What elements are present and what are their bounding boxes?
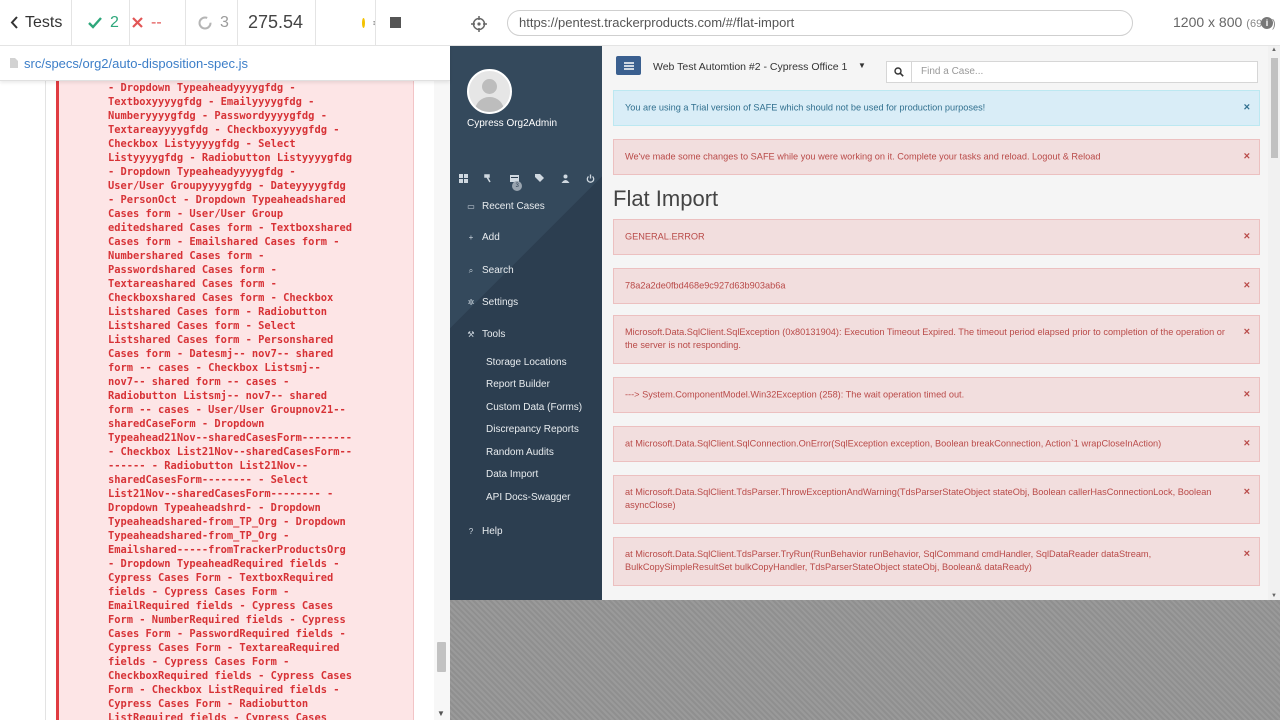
tag-icon[interactable] <box>535 173 545 183</box>
page-title: Flat Import <box>613 186 719 211</box>
tests-label: Tests <box>25 13 63 31</box>
error-alert: at Microsoft.Data.SqlClient.TdsParser.Th… <box>613 475 1260 524</box>
menu-toggle-button[interactable] <box>616 56 641 75</box>
running-dot-icon <box>362 17 365 28</box>
close-icon[interactable]: × <box>1244 326 1250 339</box>
close-icon[interactable]: × <box>1244 280 1250 293</box>
notification-badge: 3 <box>512 181 523 191</box>
sidebar-subitem-random-audits[interactable]: Random Audits <box>486 447 554 458</box>
error-alert: 78a2a2de0fbd468e9c927d63b903ab6a × <box>613 268 1260 304</box>
app-frame: Cypress Org2Admin 3 ▭ Recent Cases + Add… <box>450 46 1280 600</box>
app-scroll-thumb[interactable] <box>1271 58 1278 158</box>
sidebar-item-recent-cases[interactable]: ▭ Recent Cases <box>467 201 545 212</box>
chevron-left-icon <box>10 16 18 29</box>
close-icon[interactable]: × <box>1244 231 1250 244</box>
trial-alert: You are using a Trial version of SAFE wh… <box>613 90 1260 126</box>
command-indent-guide <box>45 81 46 720</box>
circle-notch-icon <box>198 16 212 29</box>
tests-button[interactable]: Tests <box>0 0 72 46</box>
user-icon[interactable] <box>560 173 570 183</box>
dashboard-icon[interactable] <box>458 173 468 183</box>
app-scrollbar[interactable]: ▲ ▼ <box>1268 46 1280 600</box>
sidebar-subitem-report-builder[interactable]: Report Builder <box>486 379 550 390</box>
avatar[interactable] <box>467 69 512 114</box>
close-icon[interactable]: × <box>1244 486 1250 499</box>
power-icon[interactable] <box>586 173 596 183</box>
aut-header: https://pentest.trackerproducts.com/#/fl… <box>450 0 1280 46</box>
sidebar-item-tools[interactable]: ⚒ Tools <box>467 329 505 340</box>
question-circle-icon: ? <box>468 527 474 536</box>
spec-file-path[interactable]: src/specs/org2/auto-disposition-spec.js <box>24 56 248 71</box>
run-duration: 275.54 <box>238 0 316 46</box>
sidebar-subitem-api-docs[interactable]: API Docs-Swagger <box>486 492 570 503</box>
caret-down-icon[interactable]: ▼ <box>858 61 866 70</box>
sidebar-item-help[interactable]: ? Help <box>467 526 503 537</box>
sidebar-subitem-storage-locations[interactable]: Storage Locations <box>486 357 567 368</box>
close-icon[interactable]: × <box>1244 102 1250 115</box>
sidebar-icon-row: 3 <box>458 173 598 191</box>
case-search-button[interactable] <box>886 61 912 83</box>
close-icon[interactable]: × <box>1244 389 1250 402</box>
laptop-icon: ▭ <box>467 202 475 211</box>
stop-button[interactable] <box>376 0 426 46</box>
selector-playground-button[interactable] <box>468 13 490 35</box>
file-icon <box>10 58 18 68</box>
case-search-input[interactable]: Find a Case... <box>912 61 1258 83</box>
x-icon <box>132 17 143 28</box>
error-message-text: - Dropdown Typeaheadyyyygfdg - Textboxyy… <box>108 82 352 720</box>
runner-scrollbar[interactable]: ▲ ▼ <box>434 46 450 720</box>
error-alert: at Microsoft.Data.SqlClient.SqlConnectio… <box>613 426 1260 462</box>
sidebar-item-add[interactable]: + Add <box>467 232 500 243</box>
sidebar-subitem-custom-data[interactable]: Custom Data (Forms) <box>486 402 582 413</box>
wrench-icon: ⚒ <box>467 330 475 339</box>
scroll-down-arrow-icon[interactable]: ▼ <box>1271 593 1277 599</box>
stop-icon <box>390 17 401 28</box>
user-name: Cypress Org2Admin <box>467 118 558 129</box>
aut-url-field[interactable]: https://pentest.trackerproducts.com/#/fl… <box>507 10 1133 36</box>
close-icon[interactable]: × <box>1244 151 1250 164</box>
auto-scroll-toggle[interactable] <box>316 0 376 46</box>
sidebar-subitem-data-import[interactable]: Data Import <box>486 469 538 480</box>
gears-icon: ✲ <box>467 298 475 307</box>
runner-stats-bar: Tests 2 -- 3 275.54 <box>0 0 450 46</box>
search-icon: ⌕ <box>468 265 474 275</box>
scroll-down-arrow-icon[interactable]: ▼ <box>437 709 445 718</box>
pending-count: 3 <box>186 0 238 46</box>
arrows-vertical-icon <box>372 20 375 25</box>
sidebar-subitem-discrepancy-reports[interactable]: Discrepancy Reports <box>486 424 579 435</box>
sidebar-item-search[interactable]: ⌕ Search <box>467 265 514 276</box>
sidebar-item-settings[interactable]: ✲ Settings <box>467 297 519 308</box>
spec-file-bar: src/specs/org2/auto-disposition-spec.js <box>0 46 450 81</box>
gavel-icon[interactable] <box>484 173 494 183</box>
check-icon <box>88 16 102 29</box>
hamburger-icon <box>623 61 634 70</box>
close-icon[interactable]: × <box>1244 548 1250 561</box>
changes-alert: We've made some changes to SAFE while yo… <box>613 139 1260 175</box>
passed-count: 2 <box>72 0 130 46</box>
scroll-up-arrow-icon[interactable]: ▲ <box>1271 47 1277 53</box>
sidebar: Cypress Org2Admin 3 ▭ Recent Cases + Add… <box>450 46 602 600</box>
error-alert: at Microsoft.Data.SqlClient.TdsParser.Tr… <box>613 537 1260 586</box>
close-icon[interactable]: × <box>1244 438 1250 451</box>
command-log: - Dropdown Typeaheadyyyygfdg - Textboxyy… <box>0 81 434 720</box>
search-icon <box>894 67 904 77</box>
error-alert: Microsoft.Data.SqlClient.SqlException (0… <box>613 315 1260 364</box>
error-alert: GENERAL.ERROR × <box>613 219 1260 255</box>
tasks-icon[interactable]: 3 <box>509 173 523 191</box>
failed-count: -- <box>130 0 186 46</box>
plus-icon: + <box>468 233 474 242</box>
error-alert: ---> System.ComponentModel.Win32Exceptio… <box>613 377 1260 413</box>
info-icon[interactable]: i <box>1261 17 1273 29</box>
office-selector[interactable]: Web Test Automtion #2 - Cypress Office 1 <box>653 61 847 73</box>
crosshair-icon <box>471 16 487 32</box>
scroll-thumb[interactable] <box>437 642 446 672</box>
cypress-runner-panel: Tests 2 -- 3 275.54 src/specs/org2/auto-… <box>0 0 450 720</box>
